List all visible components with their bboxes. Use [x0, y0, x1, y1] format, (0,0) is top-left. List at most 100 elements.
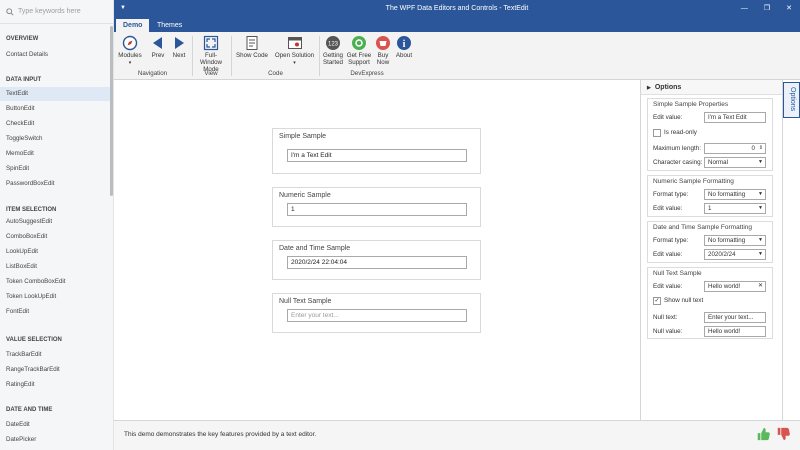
options-side-tab-label: Options: [789, 87, 796, 112]
null-value-field[interactable]: Hello world!: [704, 326, 766, 337]
casing-dropdown[interactable]: Normal ▼: [704, 157, 766, 168]
null-edit-value-field[interactable]: Hello world! ✕: [704, 281, 766, 292]
sidebar-item[interactable]: PasswordBoxEdit: [0, 177, 113, 191]
sidebar-section-header: DATE AND TIME: [6, 407, 53, 413]
restore-icon[interactable]: ❐: [764, 0, 770, 17]
datetime-format-dropdown[interactable]: No formatting ▼: [704, 235, 766, 246]
null-text-options-title: Null Text Sample: [653, 270, 702, 277]
buy-now-button[interactable]: Buy Now: [372, 35, 394, 66]
fullscreen-icon: [203, 35, 219, 51]
options-header[interactable]: ▶ Options: [641, 80, 782, 95]
thumbs-down-icon[interactable]: [776, 427, 790, 441]
null-text-field[interactable]: Enter your text...: [704, 312, 766, 323]
spin-arrows-icon[interactable]: ⇕: [759, 144, 763, 153]
compass-icon: [122, 35, 138, 51]
open-solution-label: Open Solution: [274, 52, 315, 59]
show-code-button[interactable]: Show Code: [234, 35, 270, 59]
datetime-sample-title: Date and Time Sample: [279, 245, 351, 252]
buy-now-label-1: Buy: [377, 52, 389, 59]
sidebar-item[interactable]: ListBoxEdit: [0, 260, 113, 274]
sidebar-item[interactable]: RatingEdit: [0, 378, 113, 392]
free-support-label-1: Get Free: [346, 52, 372, 59]
free-support-button[interactable]: Get Free Support: [346, 35, 372, 66]
getting-started-label-1: Getting: [323, 52, 343, 59]
chevron-down-icon: ▼: [758, 237, 763, 243]
sidebar-item[interactable]: TrackBarEdit: [0, 348, 113, 362]
numeric-sample-title: Numeric Sample: [279, 192, 331, 199]
tab-demo[interactable]: Demo: [116, 19, 150, 32]
sidebar-scrollbar[interactable]: [110, 26, 113, 196]
null-edit-value-label: Edit value:: [653, 283, 683, 290]
simple-edit-value-field[interactable]: I'm a Text Edit: [704, 112, 766, 123]
sidebar-search[interactable]: Type keywords here: [0, 0, 113, 24]
sidebar-item[interactable]: Contact Details: [0, 48, 113, 62]
null-text-edit[interactable]: Enter your text...: [287, 309, 467, 322]
getting-started-button[interactable]: 123 Getting Started: [320, 35, 346, 66]
demo-area: Simple Sample I'm a Text Edit Numeric Sa…: [114, 80, 640, 420]
numeric-edit-value: 1: [708, 205, 712, 212]
sidebar-item[interactable]: AutoSuggestEdit: [0, 215, 113, 229]
sidebar-item[interactable]: CheckEdit: [0, 117, 113, 131]
show-null-text-label: Show null text: [664, 297, 704, 304]
modules-label: Modules: [118, 52, 142, 59]
arrow-right-icon: [175, 37, 184, 49]
datetime-formatting-title: Date and Time Sample Formatting: [653, 224, 752, 231]
simple-text-edit[interactable]: I'm a Text Edit: [287, 149, 467, 162]
max-length-label: Maximum length:: [653, 145, 701, 152]
about-button[interactable]: i About: [394, 35, 414, 59]
search-placeholder: Type keywords here: [18, 8, 81, 15]
max-length-value: 0: [751, 145, 755, 152]
modules-button[interactable]: Modules ▾: [116, 35, 144, 66]
minimize-icon[interactable]: —: [741, 0, 748, 17]
sidebar-item[interactable]: DatePicker: [0, 433, 113, 447]
casing-label: Character casing:: [653, 159, 703, 166]
sidebar-item[interactable]: FontEdit: [0, 305, 113, 319]
clear-icon[interactable]: ✕: [758, 282, 763, 291]
full-window-mode-button[interactable]: Full-Window Mode: [194, 35, 228, 73]
max-length-spin[interactable]: 0 ⇕: [704, 143, 766, 154]
sidebar-item[interactable]: Token ComboBoxEdit: [0, 275, 113, 289]
sidebar-item[interactable]: ComboBoxEdit: [0, 230, 113, 244]
numeric-format-dropdown[interactable]: No formatting ▼: [704, 189, 766, 200]
chevron-down-icon: ▼: [758, 251, 763, 257]
tab-themes[interactable]: Themes: [150, 19, 189, 32]
close-icon[interactable]: ✕: [786, 0, 792, 17]
sidebar-item[interactable]: SpinEdit: [0, 162, 113, 176]
chevron-down-icon: ▼: [758, 205, 763, 211]
datetime-text-edit[interactable]: 2020/2/24 22:04:04: [287, 256, 467, 269]
null-text-options-group: Null Text Sample Edit value: Hello world…: [647, 267, 773, 339]
show-null-text-checkbox[interactable]: ✓: [653, 297, 661, 305]
ribbon-separator: [192, 36, 193, 76]
status-message: This demo demonstrates the key features …: [124, 431, 317, 438]
triangle-right-icon: ▶: [647, 85, 651, 91]
prev-button[interactable]: Prev: [148, 35, 168, 59]
group-navigation-label: Navigation: [137, 70, 168, 77]
about-label: About: [395, 52, 413, 59]
sidebar-item[interactable]: LookUpEdit: [0, 245, 113, 259]
sidebar-item[interactable]: TextEdit: [0, 87, 113, 101]
numeric-edit-value-field[interactable]: 1 ▼: [704, 203, 766, 214]
group-code-label: Code: [268, 70, 283, 77]
open-solution-button[interactable]: Open Solution ▾: [272, 35, 317, 66]
sidebar-item[interactable]: Token LookUpEdit: [0, 290, 113, 304]
numeric-text-edit[interactable]: 1: [287, 203, 467, 216]
sidebar-item[interactable]: MemoEdit: [0, 147, 113, 161]
next-button[interactable]: Next: [169, 35, 189, 59]
sidebar-item[interactable]: ToggleSwitch: [0, 132, 113, 146]
options-panel: ▶ Options Simple Sample Properties Edit v…: [640, 80, 783, 420]
full-window-label-1: Full-Window: [199, 52, 222, 66]
readonly-checkbox[interactable]: [653, 129, 661, 137]
ribbon-tabs: Demo Themes: [114, 17, 800, 32]
simple-sample-group: Simple Sample I'm a Text Edit: [272, 128, 481, 174]
datetime-edit-value-field[interactable]: 2020/2/24 ▼: [704, 249, 766, 260]
datetime-formatting-group: Date and Time Sample Formatting Format t…: [647, 221, 773, 263]
sidebar-item[interactable]: RangeTrackBarEdit: [0, 363, 113, 377]
sidebar-item[interactable]: ButtonEdit: [0, 102, 113, 116]
edit-value-label: Edit value:: [653, 114, 683, 121]
arrow-left-icon: [153, 37, 162, 49]
status-bar: This demo demonstrates the key features …: [114, 420, 800, 450]
thumbs-up-icon[interactable]: [756, 427, 770, 441]
options-side-tab[interactable]: Options: [783, 82, 800, 118]
chevron-down-icon: ▾: [128, 60, 132, 66]
sidebar-item[interactable]: DateEdit: [0, 418, 113, 432]
